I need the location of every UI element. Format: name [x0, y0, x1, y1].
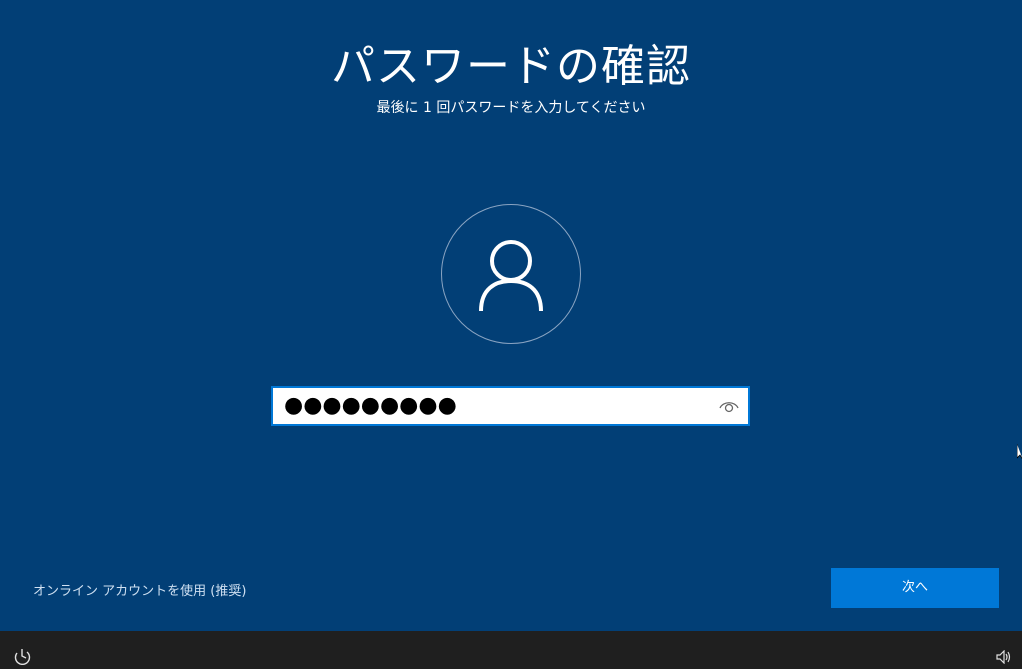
ease-of-access-icon[interactable] [14, 649, 32, 669]
online-account-link[interactable]: オンライン アカウントを使用 (推奨) [33, 580, 246, 599]
avatar [441, 204, 581, 344]
user-icon [479, 240, 543, 312]
setup-screen: パスワードの確認 最後に 1 回パスワードを入力してください ●●●●●●●●●… [0, 0, 1022, 631]
taskbar [0, 631, 1022, 669]
volume-icon[interactable] [996, 649, 1012, 668]
eye-icon[interactable] [718, 397, 740, 415]
page-title: パスワードの確認 [331, 41, 691, 92]
password-value: ●●●●●●●●● [284, 393, 457, 418]
password-field[interactable]: ●●●●●●●●● [271, 386, 750, 426]
page-subtitle: 最後に 1 回パスワードを入力してください [376, 100, 646, 116]
next-button[interactable]: 次へ [831, 568, 999, 608]
mouse-cursor-icon [1016, 444, 1022, 464]
